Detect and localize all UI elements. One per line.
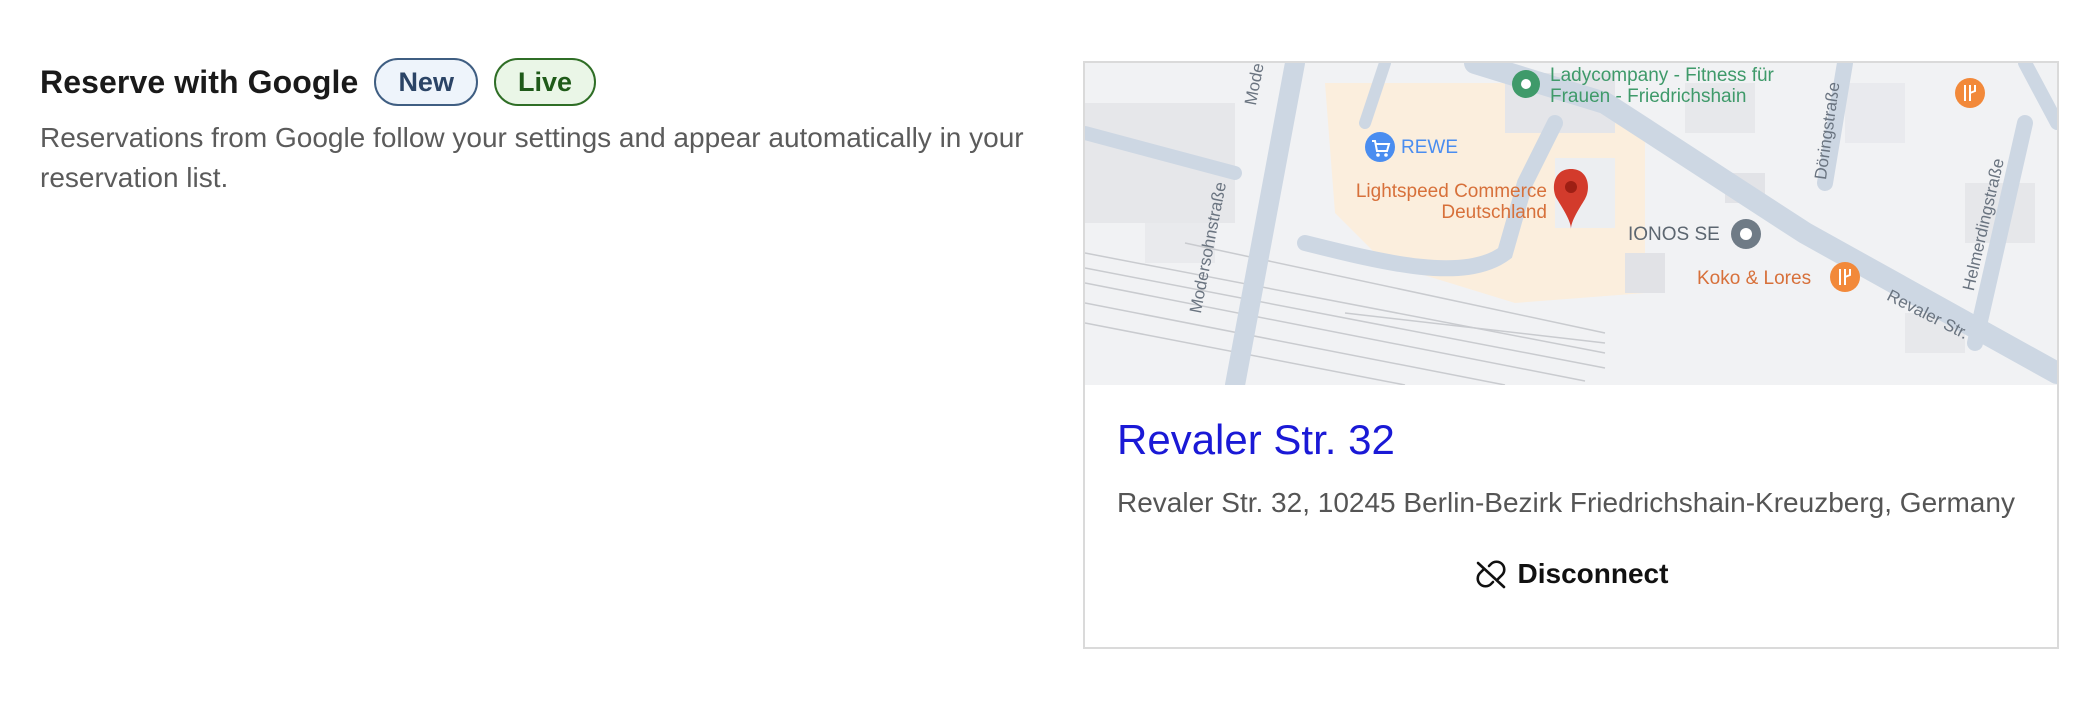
map-label-lightspeed-2: Deutschland (1441, 202, 1547, 223)
page: Reserve with Google New Live Reservation… (0, 0, 2099, 709)
map-label-ionos: IONOS SE (1628, 224, 1720, 245)
map-graphic (1085, 63, 2057, 385)
map-label-ladycompany-1: Ladycompany - Fitness für (1550, 65, 1774, 86)
place-name-link[interactable]: Revaler Str. 32 (1117, 415, 2025, 465)
card-body: Revaler Str. 32 Revaler Str. 32, 10245 B… (1085, 385, 2057, 591)
map-label-koko: Koko & Lores (1697, 268, 1812, 289)
map-label-ladycompany-2: Frauen - Friedrichshain (1550, 86, 1747, 107)
map-label-lightspeed-1: Lightspeed Commerce (1355, 181, 1547, 202)
poi-ladycompany-icon (1512, 70, 1540, 98)
disconnect-label: Disconnect (1517, 558, 1669, 589)
unlink-icon (1474, 557, 1508, 591)
map-preview[interactable]: Ladycompany - Fitness für Frauen - Fried… (1085, 63, 2057, 385)
poi-ionos-icon (1731, 219, 1761, 249)
poi-restaurant-icon (1955, 78, 1985, 108)
poi-rewe-icon (1365, 132, 1395, 162)
location-card: Ladycompany - Fitness für Frauen - Fried… (1083, 61, 2059, 649)
map-label-rewe: REWE (1401, 137, 1458, 158)
section-title: Reserve with Google (40, 63, 359, 100)
reserve-section: Reserve with Google New Live Reservation… (40, 58, 1040, 198)
poi-koko-icon (1830, 262, 1860, 292)
live-badge: Live (493, 58, 596, 106)
new-badge: New (374, 58, 478, 106)
title-row: Reserve with Google New Live (40, 58, 1040, 106)
section-description: Reservations from Google follow your set… (40, 122, 1024, 193)
disconnect-button[interactable]: Disconnect (1117, 557, 2025, 591)
place-address: Revaler Str. 32, 10245 Berlin-Bezirk Fri… (1117, 487, 2015, 518)
